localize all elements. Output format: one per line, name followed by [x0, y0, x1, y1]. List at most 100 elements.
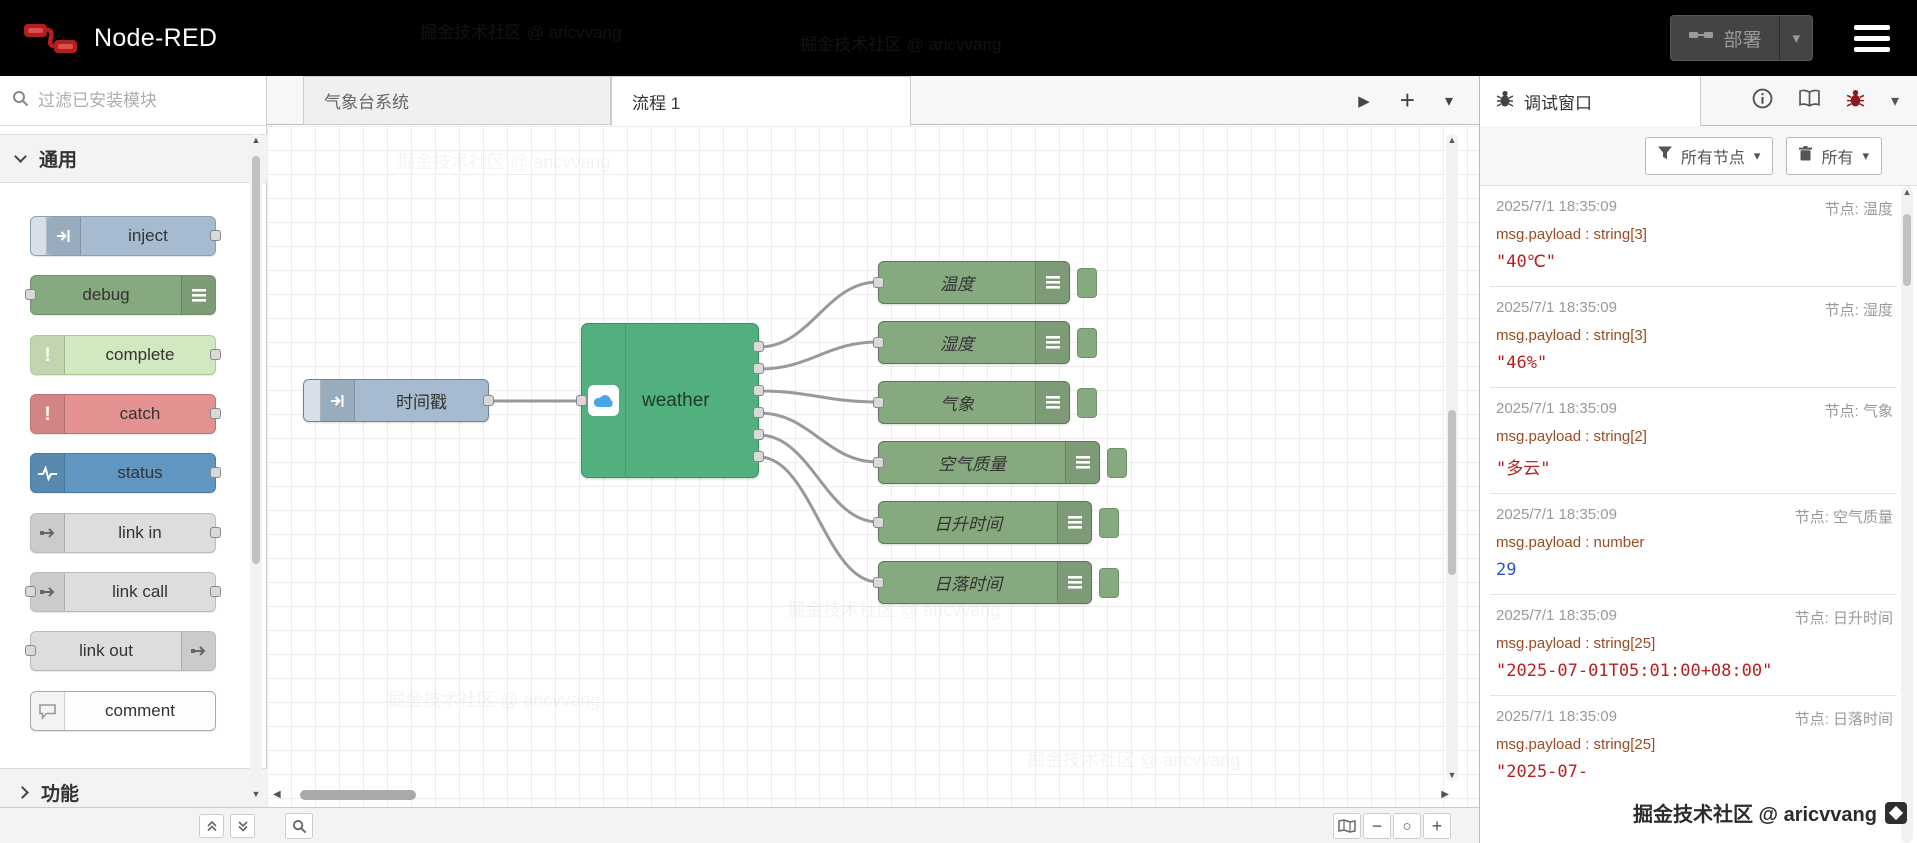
message-meta[interactable]: msg.payload : string[2]	[1496, 428, 1893, 445]
palette-node-catch[interactable]: ! catch	[30, 394, 221, 434]
output-port[interactable]	[210, 408, 221, 419]
flow-node-weather[interactable]: weather	[576, 323, 764, 478]
debug-toggle-button[interactable]	[1077, 328, 1097, 358]
input-port[interactable]	[873, 456, 884, 468]
message-meta[interactable]: msg.payload : string[3]	[1496, 226, 1893, 243]
debug-toggle-button[interactable]	[1077, 268, 1097, 298]
help-book-icon-button[interactable]	[1799, 89, 1820, 113]
input-port[interactable]	[25, 289, 36, 300]
message-node: 节点: 日落时间	[1794, 711, 1893, 728]
flow-tab-flow1[interactable]: 流程 1	[611, 76, 911, 126]
palette-node-debug[interactable]: debug	[25, 275, 216, 315]
flow-list-caret-button[interactable]: ▾	[1445, 91, 1453, 111]
debug-toggle-button[interactable]	[1099, 568, 1119, 598]
chevron-right-icon	[16, 786, 29, 799]
canvas-hscrollbar-thumb[interactable]	[300, 790, 416, 800]
palette-scrollbar[interactable]: ▲ ▼	[250, 134, 262, 800]
input-port[interactable]	[873, 576, 884, 588]
output-port[interactable]	[210, 467, 221, 478]
palette-node-inject[interactable]: inject	[30, 216, 221, 256]
input-port[interactable]	[873, 516, 884, 528]
palette-node-status[interactable]: status	[30, 453, 221, 493]
input-port[interactable]	[576, 394, 587, 406]
palette-category-common[interactable]: 通用	[0, 134, 267, 183]
palette-scrollbar-thumb[interactable]	[252, 156, 260, 564]
palette-node-link-in[interactable]: link in	[30, 513, 221, 553]
output-port-2[interactable]	[753, 363, 764, 374]
scroll-left-arrow[interactable]: ◀	[273, 789, 281, 800]
flow-node-timestamp-inject[interactable]: 时间戳	[303, 379, 494, 422]
output-port[interactable]	[210, 349, 221, 360]
debug-list-icon	[1035, 262, 1069, 303]
flow-node-debug-sunrise[interactable]: 日升时间	[873, 501, 1119, 544]
debug-toggle-button[interactable]	[1099, 508, 1119, 538]
output-port-6[interactable]	[753, 451, 764, 462]
message-meta[interactable]: msg.payload : string[25]	[1496, 635, 1893, 652]
scroll-right-arrow[interactable]: ▶	[1441, 789, 1449, 800]
scroll-up-arrow[interactable]: ▲	[1901, 186, 1913, 198]
scroll-down-arrow[interactable]: ▼	[1446, 769, 1458, 781]
canvas-search-button[interactable]	[285, 813, 313, 839]
scroll-up-arrow[interactable]: ▲	[250, 134, 262, 146]
main-menu-button[interactable]	[1854, 25, 1890, 52]
zoom-reset-button[interactable]: ○	[1393, 813, 1421, 839]
sidebar-menu-caret-button[interactable]: ▾	[1891, 91, 1899, 111]
flow-canvas[interactable]: 掘金技术社区 @ aricvvang 掘金技术社区 @ aricvvang 掘金…	[267, 126, 1479, 807]
canvas-vscrollbar-thumb[interactable]	[1448, 410, 1456, 575]
input-port[interactable]	[873, 336, 884, 348]
debug-bug-icon-button[interactable]	[1846, 88, 1865, 113]
zoom-in-button[interactable]: +	[1423, 813, 1451, 839]
message-node: 节点: 空气质量	[1794, 509, 1893, 526]
flow-tab-weather-system[interactable]: 气象台系统	[303, 76, 611, 125]
scroll-down-arrow[interactable]: ▼	[250, 788, 262, 800]
deploy-options-caret[interactable]: ▾	[1779, 16, 1812, 60]
navigator-button[interactable]	[1333, 813, 1361, 839]
canvas-vscrollbar[interactable]: ▲ ▼	[1446, 134, 1458, 781]
info-icon-button[interactable]	[1752, 88, 1773, 114]
output-port-4[interactable]	[753, 407, 764, 418]
expand-all-button[interactable]	[230, 813, 255, 838]
message-meta[interactable]: msg.payload : number	[1496, 534, 1893, 551]
add-flow-button[interactable]: +	[1400, 85, 1415, 116]
output-port[interactable]	[210, 230, 221, 241]
flow-node-debug-weather[interactable]: 气象	[873, 381, 1097, 424]
output-port-5[interactable]	[753, 429, 764, 440]
output-port[interactable]	[210, 586, 221, 597]
tab-scroll-right-icon[interactable]: ▶	[1358, 92, 1370, 110]
debug-scrollbar-thumb[interactable]	[1903, 214, 1911, 286]
palette-search-input[interactable]	[38, 90, 228, 111]
flow-node-debug-humidity[interactable]: 湿度	[873, 321, 1097, 364]
output-port-3[interactable]	[753, 385, 764, 396]
message-meta[interactable]: msg.payload : string[3]	[1496, 327, 1893, 344]
output-port-1[interactable]	[753, 341, 764, 352]
scroll-up-arrow[interactable]: ▲	[1446, 134, 1458, 146]
input-port[interactable]	[25, 645, 36, 656]
canvas-hscrollbar[interactable]: ◀ ▶	[273, 788, 1449, 802]
palette-node-link-call[interactable]: link call	[25, 572, 221, 612]
clear-messages-button[interactable]: 所有 ▾	[1786, 136, 1882, 175]
debug-toggle-button[interactable]	[1107, 448, 1127, 478]
output-port[interactable]	[210, 527, 221, 538]
palette-node-comment[interactable]: comment	[30, 691, 216, 731]
inject-trigger-button[interactable]	[304, 380, 321, 421]
funnel-icon	[1657, 146, 1672, 165]
flow-node-debug-sunset[interactable]: 日落时间	[873, 561, 1119, 604]
zoom-out-button[interactable]: −	[1363, 813, 1391, 839]
filter-nodes-button[interactable]: 所有节点 ▾	[1644, 136, 1774, 175]
palette-node-link-out[interactable]: link out	[25, 631, 216, 671]
flow-node-debug-temperature[interactable]: 温度	[873, 261, 1097, 304]
flow-node-debug-air-quality[interactable]: 空气质量	[873, 441, 1127, 484]
palette-node-complete[interactable]: ! complete	[30, 335, 221, 375]
message-meta[interactable]: msg.payload : string[25]	[1496, 736, 1893, 753]
debug-toggle-button[interactable]	[1077, 388, 1097, 418]
input-port[interactable]	[873, 276, 884, 288]
debug-scrollbar[interactable]: ▲	[1901, 186, 1913, 843]
input-port[interactable]	[25, 586, 36, 597]
palette-node-label: complete	[105, 345, 175, 364]
debug-tab[interactable]: 调试窗口	[1480, 76, 1701, 126]
input-port[interactable]	[873, 396, 884, 408]
output-port[interactable]	[483, 394, 494, 406]
palette-footer	[0, 807, 267, 843]
collapse-all-button[interactable]	[199, 813, 224, 838]
deploy-button[interactable]: 部署 ▾	[1670, 15, 1813, 61]
